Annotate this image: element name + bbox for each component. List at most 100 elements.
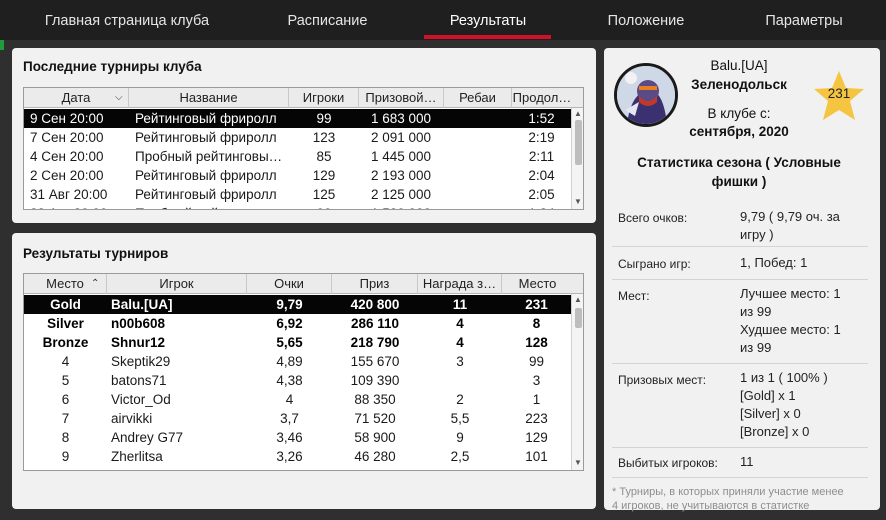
stat-games-played: Сыграно игр: 1, Побед: 1: [612, 247, 868, 280]
col-award[interactable]: Награда з…: [418, 274, 502, 294]
cell-players: 85: [316, 149, 332, 164]
col-prize[interactable]: Приз: [332, 274, 418, 294]
cell-place: 9: [61, 449, 70, 464]
table-row[interactable]: 9 Сен 20:00 Рейтинговый фриролл 99 1 683 00…: [24, 109, 571, 128]
cell-rank: 128: [525, 335, 548, 350]
table-row[interactable]: 8 Andrey G77 3,46 58 900 9 129: [24, 428, 571, 447]
table-row[interactable]: 6 Victor_Od 4 88 350 2 1: [24, 390, 571, 409]
cell-points: 3,46: [276, 430, 303, 445]
cell-prize: 286 110: [350, 316, 400, 331]
cell-dur: 2:04: [528, 168, 555, 183]
stat-total-points: Всего очков: 9,79 ( 9,79 оч. за игру ): [612, 200, 868, 247]
table-row[interactable]: 31 Авг 20:00 Рейтинговый фриролл 125 2 125 …: [24, 185, 571, 204]
recent-tournaments-panel: Последние турниры клуба Дата Название Иг…: [12, 48, 596, 223]
table-row[interactable]: 7 airvikki 3,7 71 520 5,5 223: [24, 409, 571, 428]
col-name[interactable]: Название: [129, 88, 289, 108]
cell-players: 123: [312, 130, 336, 145]
cell-prize: 46 280: [354, 449, 396, 464]
col-player[interactable]: Игрок: [107, 274, 247, 294]
cell-rank: 8: [532, 316, 541, 331]
cell-prize: 1 445 000: [371, 149, 432, 164]
cell-date: 7 Сен 20:00: [30, 130, 104, 145]
cell-players: 99: [316, 111, 332, 126]
cell-prize: 1 683 000: [371, 111, 432, 126]
tab-club-home[interactable]: Главная страница клуба: [22, 0, 232, 40]
tab-schedule[interactable]: Расписание: [270, 0, 385, 40]
stat-knockouts: Выбитых игроков: 11: [612, 448, 868, 478]
cell-award: 9: [456, 430, 464, 445]
stat-places: Мест: Лучшее место: 1 из 99 Худшее место…: [612, 280, 868, 364]
cell-players: 90: [289, 204, 359, 209]
table-row[interactable]: Bronze Shnur12 5,65 218 790 4 128: [24, 333, 571, 352]
cell-date: 4 Сен 20:00: [30, 149, 104, 164]
col-duration[interactable]: Продол…: [512, 88, 572, 108]
player-name: Balu.[UA]: [710, 58, 768, 73]
left-edge-strip: [0, 40, 4, 50]
cell-player: Balu.[UA]: [111, 297, 173, 312]
tab-standings[interactable]: Положение: [586, 0, 706, 40]
cell-prize: 88 350: [354, 392, 396, 407]
cell-points: 4: [285, 392, 294, 407]
cell-award: 4: [456, 316, 464, 331]
table-row[interactable]: Gold Balu.[UA] 9,79 420 800 11 231: [24, 295, 571, 314]
cell-prize: 58 900: [354, 430, 396, 445]
col-players[interactable]: Игроки: [289, 88, 359, 108]
scroll-down-icon[interactable]: ▼: [574, 197, 582, 207]
col-prize[interactable]: Призовой…: [359, 88, 444, 108]
cell-award: 2: [456, 392, 464, 407]
player-card: 231 Balu.[UA] Зеленодольск В клубе с: се…: [604, 48, 880, 512]
cell-award: 2,5: [450, 449, 470, 464]
cell-prize: 109 390: [350, 373, 400, 388]
table-row[interactable]: 9 Zherlitsa 3,26 46 280 2,5 101: [24, 447, 571, 466]
cell-name: Рейтинговый фриролл: [135, 168, 277, 183]
cell-points: 6,92: [276, 316, 303, 331]
cell-place: 5: [61, 373, 70, 388]
cell-prize: 218 790: [350, 335, 400, 350]
sort-up-icon[interactable]: ⌃: [91, 274, 99, 294]
cell-name: Пробный рейтинговы…: [135, 149, 283, 164]
cell-award: 3: [456, 354, 464, 369]
cell-dur: 2:05: [528, 187, 555, 202]
col-rank[interactable]: Место: [502, 274, 573, 294]
cell-dur: 1:34: [512, 204, 571, 209]
table-row[interactable]: 28 Авг 20:00 Пробный рейтинговы…90 1 530 0…: [24, 204, 571, 209]
scroll-thumb[interactable]: [575, 120, 582, 165]
cell-rebuys: [444, 147, 512, 166]
table-row[interactable]: 7 Сен 20:00 Рейтинговый фриролл 123 2 091 0…: [24, 128, 571, 147]
cell-rank: 1: [532, 392, 541, 407]
cell-dur: 2:11: [528, 149, 555, 164]
col-date[interactable]: Дата: [24, 88, 129, 108]
cell-place: 6: [61, 392, 70, 407]
tab-results[interactable]: Результаты: [428, 0, 548, 40]
cell-rank: 3: [532, 373, 541, 388]
col-rebuys[interactable]: Ребаи: [444, 88, 512, 108]
results-scrollbar[interactable]: ▲ ▼: [571, 294, 583, 470]
scroll-thumb[interactable]: [575, 308, 582, 328]
season-title-cont: фишки ): [711, 174, 767, 189]
table-row[interactable]: Silver n00b608 6,92 286 110 4 8: [24, 314, 571, 333]
top-tab-bar: Главная страница клуба Расписание Резуль…: [0, 0, 886, 40]
col-points[interactable]: Очки: [247, 274, 332, 294]
cell-prize: 420 800: [350, 297, 400, 312]
scroll-up-icon[interactable]: ▲: [574, 109, 582, 119]
tab-settings[interactable]: Параметры: [748, 0, 860, 40]
table-row[interactable]: 4 Skeptik29 4,89 155 670 3 99: [24, 352, 571, 371]
cell-points: 3,26: [276, 449, 303, 464]
cell-date: 28 Авг 20:00: [30, 204, 129, 209]
cell-player: Victor_Od: [111, 392, 171, 407]
cell-award: [418, 371, 502, 390]
cell-award: 5,5: [450, 411, 470, 426]
recent-tournaments-title: Последние турниры клуба: [23, 59, 202, 74]
cell-prize: 2 193 000: [371, 168, 432, 183]
recent-scrollbar[interactable]: ▲ ▼: [571, 108, 583, 209]
table-row[interactable]: 2 Сен 20:00 Рейтинговый фриролл 129 2 193 0…: [24, 166, 571, 185]
scroll-down-icon[interactable]: ▼: [574, 458, 582, 468]
cell-dur: 1:52: [528, 111, 555, 126]
cell-date: 9 Сен 20:00: [30, 111, 104, 126]
table-row[interactable]: 5 batons71 4,38 109 390 3: [24, 371, 571, 390]
stats-footnote: * Турниры, в которых приняли участие мен…: [612, 486, 844, 512]
table-row[interactable]: 4 Сен 20:00 Пробный рейтинговы… 85 1 445 00…: [24, 147, 571, 166]
chevron-down-icon[interactable]: ⌵: [115, 88, 123, 108]
scroll-up-icon[interactable]: ▲: [574, 295, 582, 305]
cell-place: 7: [61, 411, 70, 426]
